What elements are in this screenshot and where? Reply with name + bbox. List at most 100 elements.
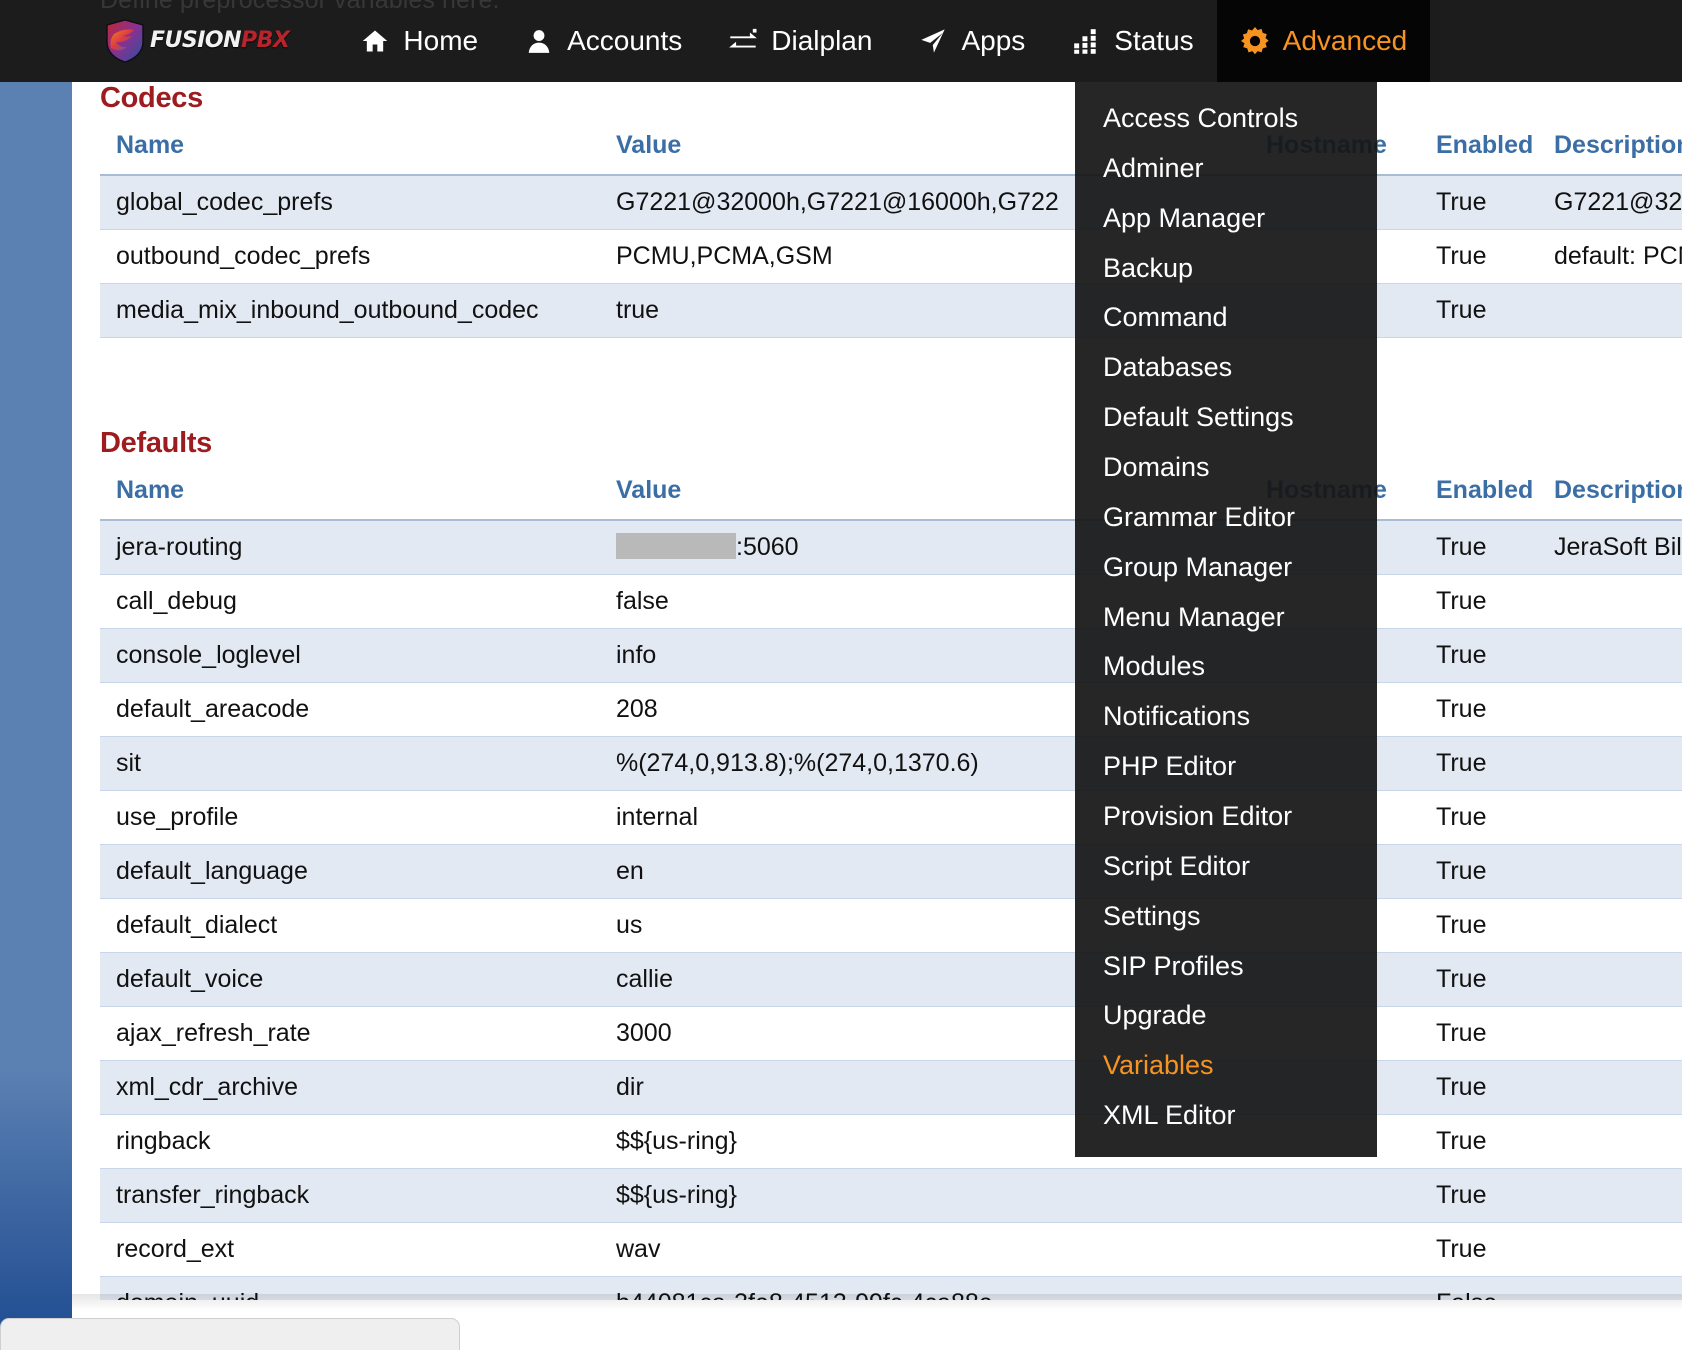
- dropdown-item-modules[interactable]: Modules: [1075, 642, 1377, 692]
- table-row[interactable]: default_dialect us True: [100, 898, 1682, 953]
- cell-description: [1538, 1114, 1682, 1169]
- nav-item-advanced[interactable]: Advanced: [1216, 0, 1431, 82]
- brand-logo[interactable]: FUSIONPBX: [104, 18, 290, 64]
- codecs-header-row: Name Value Hostname Enabled Description: [100, 123, 1682, 176]
- dropdown-item-databases[interactable]: Databases: [1075, 343, 1377, 393]
- dropdown-item-script-editor[interactable]: Script Editor: [1075, 842, 1377, 892]
- dropdown-item-app-manager[interactable]: App Manager: [1075, 194, 1377, 244]
- cell-name[interactable]: default_areacode: [100, 682, 600, 737]
- nav-item-apps[interactable]: Apps: [895, 0, 1048, 82]
- cell-enabled: True: [1420, 1060, 1538, 1115]
- column-header-enabled[interactable]: Enabled: [1420, 468, 1538, 521]
- table-row[interactable]: default_areacode 208 True: [100, 682, 1682, 737]
- cell-name[interactable]: global_codec_prefs: [100, 175, 600, 230]
- cell-name[interactable]: outbound_codec_prefs: [100, 229, 600, 284]
- table-row[interactable]: default_language en True: [100, 844, 1682, 899]
- defaults-section: Defaults Name Value Hostname Enabled Des…: [100, 427, 1682, 1300]
- cell-name[interactable]: record_ext: [100, 1222, 600, 1277]
- cell-description: [1538, 1060, 1682, 1115]
- table-row[interactable]: xml_cdr_archive dir True: [100, 1060, 1682, 1115]
- defaults-table: Name Value Hostname Enabled Description …: [100, 468, 1682, 1300]
- paper-plane-icon: [918, 26, 948, 56]
- download-bar-chip[interactable]: [0, 1318, 460, 1350]
- dropdown-item-default-settings[interactable]: Default Settings: [1075, 393, 1377, 443]
- cell-enabled: True: [1420, 898, 1538, 953]
- dropdown-item-backup[interactable]: Backup: [1075, 244, 1377, 294]
- advanced-dropdown-menu: Access Controls Adminer App Manager Backup C…: [1075, 82, 1377, 1158]
- table-row[interactable]: use_profile internal True: [100, 790, 1682, 845]
- table-row[interactable]: call_debug false True: [100, 574, 1682, 629]
- codecs-title: Codecs: [100, 82, 203, 114]
- cell-name[interactable]: jera-routing: [100, 520, 600, 575]
- column-header-description[interactable]: Description: [1538, 468, 1682, 521]
- table-row[interactable]: console_loglevel info True: [100, 628, 1682, 683]
- table-row[interactable]: transfer_ringback $${us-ring} True: [100, 1168, 1682, 1223]
- column-header-name[interactable]: Name: [100, 468, 600, 521]
- cell-name[interactable]: media_mix_inbound_outbound_codec: [100, 283, 600, 338]
- column-header-name[interactable]: Name: [100, 123, 600, 176]
- cell-description: [1538, 1006, 1682, 1061]
- table-row[interactable]: jera-routing:5060TrueJeraSoft Billing R: [100, 520, 1682, 575]
- table-row[interactable]: record_ext wav True: [100, 1222, 1682, 1277]
- column-header-description[interactable]: Description: [1538, 123, 1682, 176]
- cell-name[interactable]: ajax_refresh_rate: [100, 1006, 600, 1061]
- dropdown-item-provision-editor[interactable]: Provision Editor: [1075, 792, 1377, 842]
- cell-name[interactable]: default_dialect: [100, 898, 600, 953]
- cell-name[interactable]: xml_cdr_archive: [100, 1060, 600, 1115]
- cell-enabled: True: [1420, 1114, 1538, 1169]
- table-row[interactable]: global_codec_prefs G7221@32000h,G7221@160…: [100, 175, 1682, 230]
- cell-name[interactable]: sit: [100, 736, 600, 791]
- dropdown-item-access-controls[interactable]: Access Controls: [1075, 94, 1377, 144]
- dropdown-item-group-manager[interactable]: Group Manager: [1075, 543, 1377, 593]
- cell-description: [1538, 952, 1682, 1007]
- dropdown-item-sip-profiles[interactable]: SIP Profiles: [1075, 942, 1377, 992]
- cell-enabled: True: [1420, 790, 1538, 845]
- cell-description: [1538, 682, 1682, 737]
- dropdown-item-xml-editor[interactable]: XML Editor: [1075, 1091, 1377, 1141]
- home-icon: [360, 26, 390, 56]
- table-row[interactable]: ajax_refresh_rate 3000 True: [100, 1006, 1682, 1061]
- dropdown-item-grammar-editor[interactable]: Grammar Editor: [1075, 493, 1377, 543]
- cell-name[interactable]: console_loglevel: [100, 628, 600, 683]
- nav-item-label: Home: [403, 25, 479, 56]
- brand-wordmark: FUSIONPBX: [150, 28, 290, 53]
- dropdown-item-php-editor[interactable]: PHP Editor: [1075, 742, 1377, 792]
- dropdown-item-menu-manager[interactable]: Menu Manager: [1075, 593, 1377, 643]
- nav-item-status[interactable]: Status: [1048, 0, 1216, 82]
- cell-name[interactable]: default_voice: [100, 952, 600, 1007]
- cell-name[interactable]: use_profile: [100, 790, 600, 845]
- cell-description: [1538, 736, 1682, 791]
- defaults-title: Defaults: [100, 427, 213, 459]
- column-header-enabled[interactable]: Enabled: [1420, 123, 1538, 176]
- table-row[interactable]: outbound_codec_prefs PCMU,PCMA,GSM True def…: [100, 229, 1682, 284]
- nav-item-accounts[interactable]: Accounts: [501, 0, 705, 82]
- cell-name[interactable]: ringback: [100, 1114, 600, 1169]
- dropdown-item-settings[interactable]: Settings: [1075, 892, 1377, 942]
- cell-description: [1538, 574, 1682, 629]
- cell-name[interactable]: default_language: [100, 844, 600, 899]
- dropdown-item-domains[interactable]: Domains: [1075, 443, 1377, 493]
- preprocessor-hint-text: Define preprocessor variables here.: [100, 0, 500, 14]
- nav-item-label: Dialplan: [771, 25, 873, 56]
- cell-enabled: True: [1420, 520, 1538, 575]
- dropdown-item-command[interactable]: Command: [1075, 293, 1377, 343]
- cell-name[interactable]: call_debug: [100, 574, 600, 629]
- dropdown-item-notifications[interactable]: Notifications: [1075, 692, 1377, 742]
- brand-word-pbx: PBX: [241, 28, 290, 53]
- nav-item-dialplan[interactable]: Dialplan: [705, 0, 895, 82]
- cell-description: [1538, 1222, 1682, 1277]
- table-row[interactable]: media_mix_inbound_outbound_codec true True: [100, 283, 1682, 338]
- cell-value: $${us-ring}: [600, 1168, 1250, 1223]
- table-row[interactable]: sit %(274,0,913.8);%(274,0,1370.6) True: [100, 736, 1682, 791]
- top-navigation-bar: Define preprocessor variables here. FUSI…: [0, 0, 1682, 82]
- app-root: Codecs Name Value Hostname Enabled Descr…: [0, 0, 1682, 1350]
- cell-enabled: True: [1420, 574, 1538, 629]
- dropdown-item-variables[interactable]: Variables: [1075, 1041, 1377, 1091]
- table-row[interactable]: ringback $${us-ring} True: [100, 1114, 1682, 1169]
- dropdown-item-upgrade[interactable]: Upgrade: [1075, 991, 1377, 1041]
- cell-enabled: True: [1420, 175, 1538, 230]
- nav-item-label: Advanced: [1282, 25, 1408, 56]
- cell-name[interactable]: transfer_ringback: [100, 1168, 600, 1223]
- table-row[interactable]: default_voice callie True: [100, 952, 1682, 1007]
- dropdown-item-adminer[interactable]: Adminer: [1075, 144, 1377, 194]
